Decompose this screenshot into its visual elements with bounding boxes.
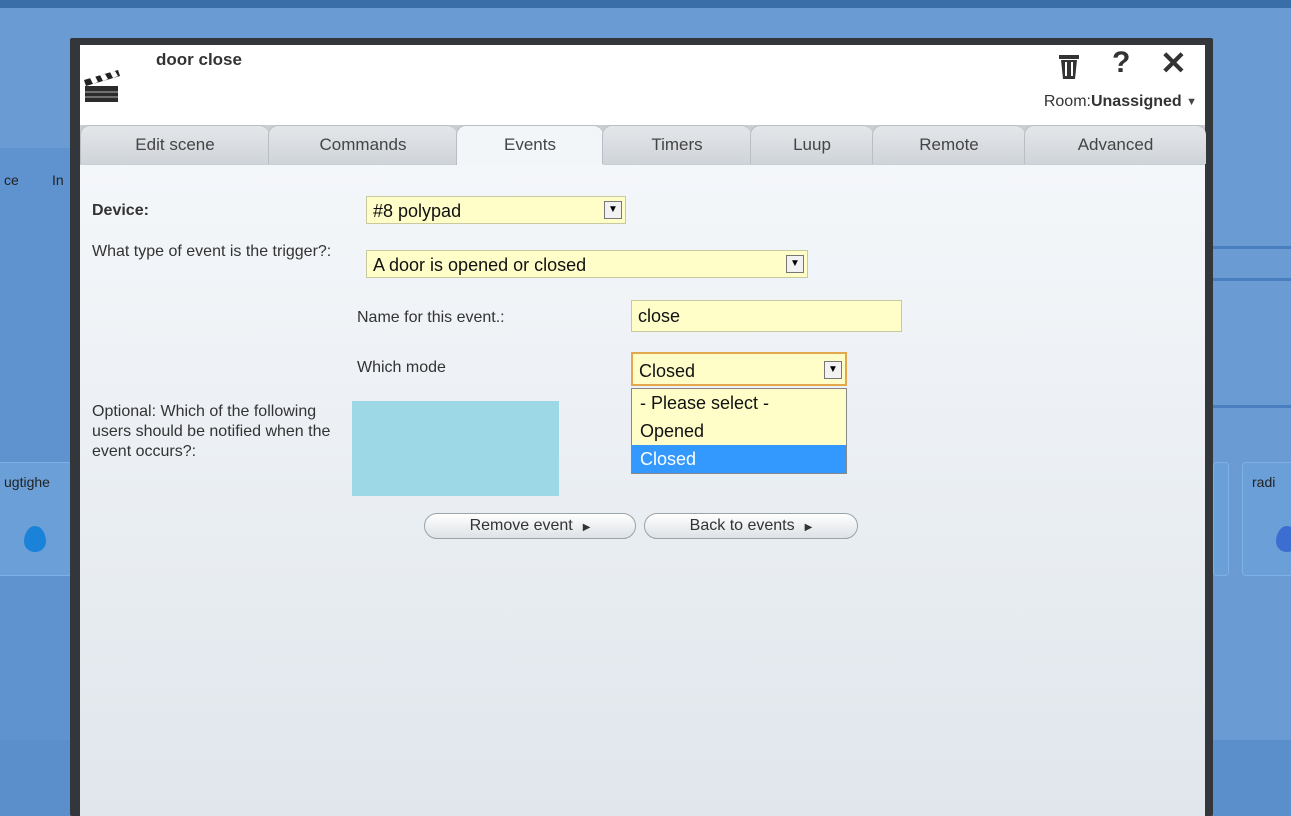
app-top-bar [0, 0, 1291, 8]
close-icon[interactable]: ✕ [1160, 47, 1187, 79]
dropdown-arrow-icon[interactable]: ▼ [824, 361, 842, 379]
thermometer-icon [1276, 526, 1291, 552]
event-name-label: Name for this event.: [357, 309, 505, 326]
mode-label: Which mode [357, 359, 446, 376]
tab-events[interactable]: Events [456, 125, 603, 167]
background-card-label: radi [1252, 474, 1276, 490]
chevron-down-icon: ▼ [1186, 95, 1197, 108]
dropdown-arrow-icon[interactable]: ▼ [786, 255, 804, 273]
tab-timers[interactable]: Timers [602, 125, 751, 164]
event-type-select-value: A door is opened or closed [373, 255, 587, 275]
room-selector[interactable]: Room:Unassigned ▼ [1044, 93, 1197, 111]
help-icon[interactable]: ? [1112, 48, 1130, 78]
water-drop-icon [24, 526, 46, 552]
mode-option-selected[interactable]: Closed [632, 445, 846, 473]
background-device-card[interactable] [1213, 462, 1229, 576]
clapperboard-icon [84, 70, 120, 102]
background-nav-text[interactable]: In [52, 172, 64, 188]
mode-select[interactable]: Closed ▼ [631, 352, 847, 386]
tab-commands[interactable]: Commands [268, 125, 457, 164]
remove-event-button[interactable]: Remove event ▶ [424, 513, 636, 539]
notify-users-label: Optional: Which of the following users s… [92, 403, 331, 460]
tab-remote[interactable]: Remote [872, 125, 1025, 164]
background-card-label: ugtighe [4, 474, 50, 490]
room-label: Room: [1043, 93, 1091, 110]
mode-select-value: Closed [639, 361, 696, 381]
back-to-events-label: Back to events [689, 517, 795, 534]
tab-advanced[interactable]: Advanced [1024, 125, 1206, 164]
device-label: Device: [92, 202, 149, 219]
mode-option[interactable]: Opened [632, 417, 846, 445]
arrow-right-icon: ▶ [804, 522, 813, 533]
trash-icon[interactable] [1058, 54, 1080, 80]
mode-options-list: - Please select - Opened Closed [631, 388, 847, 474]
device-select-value: #8 polypad [373, 201, 462, 221]
event-type-label: What type of event is the trigger?: [92, 243, 332, 260]
event-type-select[interactable]: A door is opened or closed ▼ [366, 250, 808, 278]
scene-title: door close [156, 50, 242, 69]
room-value: Unassigned [1090, 93, 1182, 110]
mode-option[interactable]: - Please select - [632, 389, 846, 417]
back-to-events-button[interactable]: Back to events ▶ [644, 513, 858, 539]
arrow-right-icon: ▶ [582, 522, 591, 533]
remove-event-label: Remove event [469, 517, 573, 534]
device-select[interactable]: #8 polypad ▼ [366, 196, 626, 224]
background-nav-text[interactable]: ce [4, 172, 19, 188]
tab-luup[interactable]: Luup [750, 125, 873, 164]
tab-edit-scene[interactable]: Edit scene [80, 125, 269, 164]
dropdown-arrow-icon[interactable]: ▼ [604, 201, 622, 219]
dialog-header [80, 45, 1205, 125]
notify-users-list[interactable] [352, 401, 559, 496]
event-name-input[interactable] [631, 300, 902, 332]
